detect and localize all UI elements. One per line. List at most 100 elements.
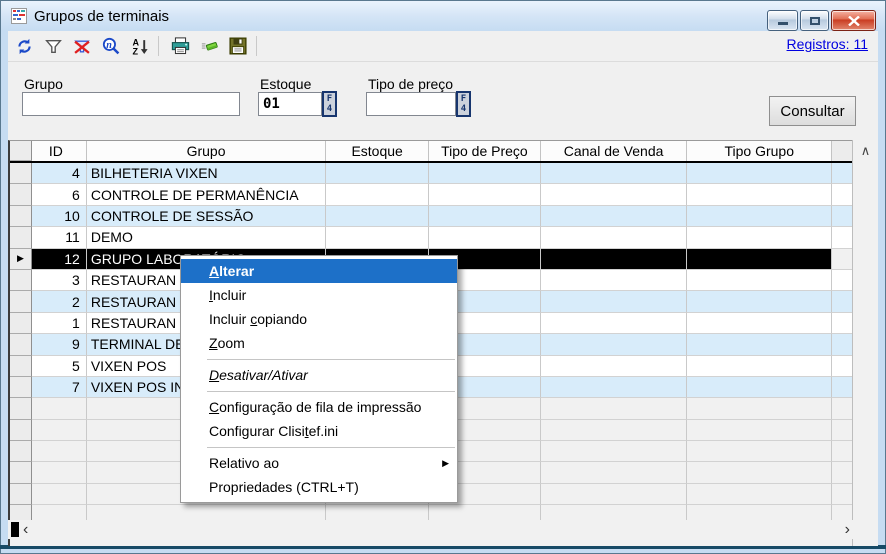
- save-icon[interactable]: [225, 35, 251, 57]
- menu-item[interactable]: Incluir copiando: [181, 307, 457, 331]
- menu-item[interactable]: Propriedades (CTRL+T): [181, 475, 457, 499]
- menu-separator: [207, 447, 455, 448]
- close-button[interactable]: [831, 10, 876, 31]
- scroll-up-icon[interactable]: ∧: [853, 142, 878, 160]
- print-icon[interactable]: [167, 35, 193, 57]
- cell-id: 2: [32, 291, 87, 312]
- tipo-preco-label: Tipo de preço: [368, 76, 453, 92]
- row-selector: [10, 163, 32, 184]
- app-window: Grupos de terminais: [0, 0, 886, 554]
- table-row[interactable]: 4BILHETERIA VIXEN: [10, 163, 852, 184]
- cell-empty: [687, 334, 832, 355]
- cell-id: 12: [32, 249, 87, 270]
- cell-empty: [541, 206, 688, 227]
- cell-empty: [687, 206, 832, 227]
- cell-id: 9: [32, 334, 87, 355]
- cell-empty: [541, 462, 688, 483]
- menu-item[interactable]: Configuração de fila de impressão: [181, 395, 457, 419]
- menu-item[interactable]: Desativar/Ativar: [181, 363, 457, 387]
- grupo-input[interactable]: [22, 92, 240, 116]
- cell-empty: [429, 206, 541, 227]
- tipo-preco-input[interactable]: [366, 92, 456, 116]
- cell-empty: [687, 484, 832, 505]
- cell-empty: [832, 313, 852, 334]
- scroll-right-icon[interactable]: ›: [845, 520, 850, 539]
- header-selector: [10, 141, 32, 161]
- cell-empty: [326, 163, 429, 184]
- toolbar-separator: [256, 36, 257, 56]
- cell-empty: [687, 462, 832, 483]
- table-row[interactable]: 6CONTROLE DE PERMANÊNCIA: [10, 184, 852, 205]
- column-header-tipo-preco[interactable]: Tipo de Preço: [429, 141, 541, 161]
- cell-empty: [541, 184, 688, 205]
- column-header-tipo-grupo[interactable]: Tipo Grupo: [687, 141, 832, 161]
- title-bar[interactable]: Grupos de terminais: [1, 1, 885, 31]
- cell-id: 6: [32, 184, 87, 205]
- cell-empty: [832, 334, 852, 355]
- toolbar-separator: [158, 36, 159, 56]
- cell-empty: [832, 227, 852, 248]
- menu-separator: [207, 391, 455, 392]
- menu-item[interactable]: Zoom: [181, 331, 457, 355]
- cell-empty: [429, 163, 541, 184]
- cell-empty: [541, 291, 688, 312]
- cell-empty: [687, 420, 832, 441]
- consultar-button[interactable]: Consultar: [769, 96, 856, 126]
- cell-empty: [687, 184, 832, 205]
- filter-icon[interactable]: [40, 35, 66, 57]
- menu-item[interactable]: Relativo ao▶: [181, 451, 457, 475]
- refresh-icon[interactable]: [11, 35, 37, 57]
- cell-empty: [32, 441, 87, 462]
- scroll-left-icon[interactable]: ‹: [23, 520, 28, 539]
- menu-item-label: Configuração de fila de impressão: [209, 399, 421, 415]
- table-row[interactable]: 10CONTROLE DE SESSÃO: [10, 206, 852, 227]
- column-header-grupo[interactable]: Grupo: [87, 141, 326, 161]
- erase-icon[interactable]: [196, 35, 222, 57]
- cell-id: 3: [32, 270, 87, 291]
- cell-empty: [541, 313, 688, 334]
- cell-empty: [541, 398, 688, 419]
- row-selector: [10, 356, 32, 377]
- minimize-button[interactable]: [767, 10, 798, 31]
- estoque-f4-button[interactable]: F 4: [322, 91, 337, 117]
- row-selector: [10, 206, 32, 227]
- toolbar: n A Z: [8, 31, 878, 62]
- menu-item[interactable]: Incluir: [181, 283, 457, 307]
- cell-empty: [687, 313, 832, 334]
- table-row[interactable]: 11DEMO: [10, 227, 852, 248]
- row-selector: [10, 313, 32, 334]
- column-header-estoque[interactable]: Estoque: [326, 141, 429, 161]
- sort-az-icon[interactable]: A Z: [127, 35, 153, 57]
- cell-empty: [832, 420, 852, 441]
- submenu-arrow-icon: ▶: [442, 458, 449, 469]
- registros-link[interactable]: Registros: 11: [787, 36, 868, 52]
- cell-empty: [326, 227, 429, 248]
- filter-clear-icon[interactable]: [69, 35, 95, 57]
- cell-empty: [541, 249, 688, 270]
- cell-id: 1: [32, 313, 87, 334]
- estoque-label: Estoque: [260, 76, 311, 92]
- menu-item[interactable]: Configurar Clisitef.ini: [181, 419, 457, 443]
- f4-label-bottom: 4: [324, 104, 335, 114]
- find-icon[interactable]: n: [98, 35, 124, 57]
- svg-text:n: n: [106, 40, 112, 51]
- cell-empty: [541, 356, 688, 377]
- cell-empty: [326, 206, 429, 227]
- cell-id: 5: [32, 356, 87, 377]
- tipo-preco-f4-button[interactable]: F 4: [456, 91, 471, 117]
- cell-empty: [541, 227, 688, 248]
- vertical-scrollbar[interactable]: ∧ ∨: [852, 140, 878, 546]
- estoque-input[interactable]: [258, 92, 322, 116]
- hscroll-thumb[interactable]: [11, 522, 19, 537]
- horizontal-scrollbar[interactable]: ‹ ›: [8, 520, 878, 539]
- column-header-id[interactable]: ID: [32, 141, 87, 161]
- cell-id: 7: [32, 377, 87, 398]
- window-title: Grupos de terminais: [34, 8, 169, 25]
- cell-empty: [32, 484, 87, 505]
- cell-empty: [687, 227, 832, 248]
- column-header-canal-venda[interactable]: Canal de Venda: [541, 141, 688, 161]
- cell-empty: [541, 441, 688, 462]
- maximize-button[interactable]: [800, 10, 829, 31]
- cell-empty: [541, 377, 688, 398]
- menu-item[interactable]: Alterar: [181, 259, 457, 283]
